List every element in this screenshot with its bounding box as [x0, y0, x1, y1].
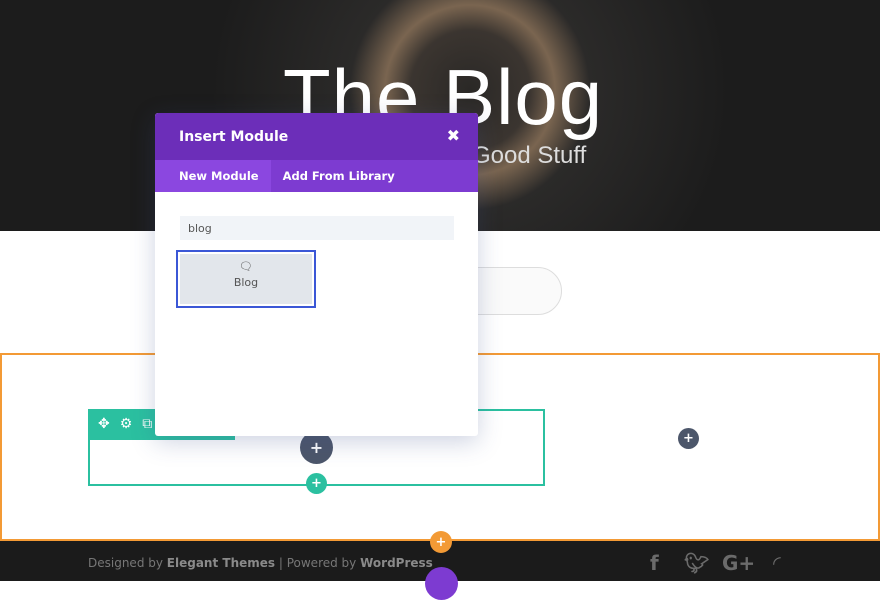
elegant-themes-link[interactable]: Elegant Themes: [167, 556, 275, 570]
insert-module-modal: Insert Module ✖ New Module Add From Libr…: [155, 113, 478, 436]
duplicate-icon[interactable]: ⧉: [142, 416, 152, 433]
page-settings-button[interactable]: [425, 567, 458, 600]
credit-sep: | Powered by: [275, 556, 361, 570]
facebook-icon[interactable]: f: [650, 551, 659, 575]
add-section-button[interactable]: +: [430, 531, 452, 553]
comments-icon: 🗨︎: [239, 260, 253, 273]
google-plus-icon[interactable]: G+: [722, 551, 755, 575]
modal-header: Insert Module ✖: [155, 113, 478, 160]
twitter-icon[interactable]: 🐦︎: [684, 551, 709, 575]
modal-title: Insert Module: [179, 129, 289, 145]
tab-new-module[interactable]: New Module: [155, 160, 271, 192]
move-icon[interactable]: ✥: [98, 416, 110, 433]
module-label: Blog: [233, 276, 259, 289]
credit-text: Designed by: [88, 556, 163, 570]
close-icon[interactable]: ✖: [447, 126, 460, 145]
tab-add-from-library[interactable]: Add From Library: [271, 160, 407, 192]
wordpress-link[interactable]: WordPress: [360, 556, 433, 570]
footer-credits: Designed by Elegant Themes | Powered by …: [88, 556, 433, 570]
module-search-input[interactable]: [180, 216, 454, 240]
page-subtitle: Good Stuff: [472, 142, 587, 169]
gear-icon[interactable]: ⚙: [120, 416, 133, 433]
modal-tabs: New Module Add From Library: [155, 160, 478, 192]
rss-icon[interactable]: ◜: [773, 551, 781, 575]
module-blog[interactable]: 🗨︎ Blog: [176, 250, 316, 308]
add-row-button[interactable]: +: [306, 473, 327, 494]
add-module-button-2[interactable]: +: [678, 428, 699, 449]
